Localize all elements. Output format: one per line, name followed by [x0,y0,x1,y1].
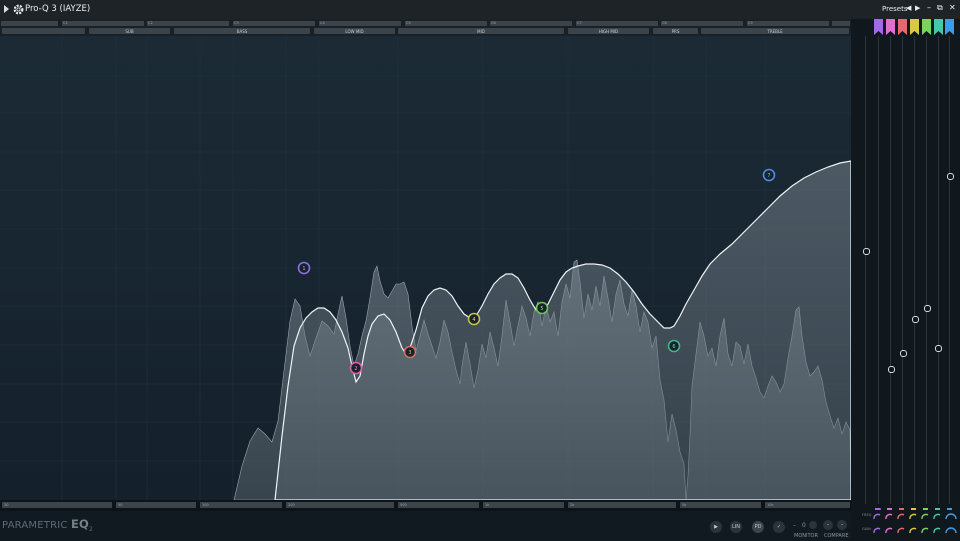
fader-track [926,36,927,504]
freq-tick-label: 500 [400,502,407,507]
fader-track [902,36,903,504]
eq-curve [274,160,851,500]
freq-tick-label: 5k [682,502,687,507]
band-label-bass[interactable]: BASS [174,29,310,34]
band-knobs[interactable] [872,506,960,541]
compare-a-icon[interactable]: – [823,520,833,530]
band-label-treble[interactable]: TREBLE [701,29,849,34]
eq-node-label: 6 [672,344,675,350]
title-bar: Pro-Q 3 (IAYZE) Presets ◀ ▶ – ⧉ ✕ [0,0,960,20]
eq-node-4[interactable]: 4 [467,312,481,326]
fader-handle-6[interactable] [947,173,954,180]
restore-icon[interactable]: ⧉ [937,3,943,13]
gear-icon[interactable] [12,3,25,16]
brand-logo: PARAMETRIC EQ2 [2,517,93,533]
band-label-sub[interactable]: SUB [89,29,170,34]
minimize-icon[interactable]: – [927,3,931,12]
band-strip-panel [851,19,960,541]
pd-button[interactable]: PD [752,521,764,533]
preset-prev-icon[interactable]: ◀ [906,4,911,12]
ruler-top-label: C5 [406,21,411,25]
brand-num: 2 [89,526,94,533]
band-label-mid[interactable]: MID [398,29,564,34]
brand-prefix: PARAMETRIC [2,520,68,531]
eq-node-label: 2 [354,366,357,372]
fader-track [865,36,866,504]
band-flag-4[interactable] [910,19,919,35]
band-label-high-mid[interactable]: HIGH MID [568,29,649,34]
fader-track [890,36,891,504]
eq-node-6[interactable]: 6 [667,339,681,353]
fader-handle-5[interactable] [935,345,942,352]
band-flag-7[interactable] [945,19,954,35]
check-icon[interactable]: ✓ [773,521,785,533]
preset-next-icon[interactable]: ▶ [915,4,920,12]
close-icon[interactable]: ✕ [949,3,956,12]
eq-node-3[interactable]: 3 [403,345,417,359]
freq-tick-label: 1k [485,502,490,507]
play-icon[interactable]: ▶ [710,521,722,533]
fader-track [949,36,950,504]
presets-button[interactable]: Presets [882,5,907,13]
band-flag-2[interactable] [886,19,895,35]
collapse-arrow-icon[interactable] [4,5,9,13]
eq-node-label: 5 [540,306,543,312]
ruler-top-label: C2 [148,21,153,25]
freq-tick-label: 20 [4,502,9,507]
compare-label[interactable]: COMPARE [824,533,849,539]
fader-handle-3[interactable] [912,316,919,323]
eq-graph[interactable]: 1 2 3 4 5 6 7 [0,36,851,500]
ruler-top-label: C6 [491,21,496,25]
ruler-top-label: C8 [662,21,667,25]
gain-label: GAIN [862,527,871,531]
ruler-top-label: C4 [320,21,325,25]
fader-handle-1[interactable] [888,366,895,373]
eq-node-label: 4 [472,317,475,323]
band-flag-5[interactable] [922,19,931,35]
brand-main: EQ [70,517,89,531]
fader-track [914,36,915,504]
freq-tick-label: 50 [118,502,123,507]
ruler-top-label: C3 [234,21,239,25]
fader-handle-2[interactable] [900,350,907,357]
band-flag-6[interactable] [934,19,943,35]
band-flag-3[interactable] [898,19,907,35]
monitor-minus-icon[interactable]: – [793,522,796,529]
ruler-top-label: C7 [577,21,582,25]
ruler-top-label: C9 [748,21,753,25]
monitor-value[interactable]: 0 [802,522,806,529]
fader-handle-4[interactable] [924,305,931,312]
lin-button[interactable]: LIN [730,521,742,533]
eq-node-label: 7 [767,173,770,179]
eq-node-2[interactable]: 2 [349,361,363,375]
ruler-top-label: C1 [63,21,68,25]
eq-node-1[interactable]: 1 [297,261,311,275]
window-title: Pro-Q 3 (IAYZE) [25,4,91,14]
compare-b-icon[interactable]: – [837,520,847,530]
eq-display[interactable]: 1 2 3 4 5 6 7 [0,36,851,500]
eq-node-label: 3 [408,350,411,356]
freq-tick-label: 2k [570,502,575,507]
fader-track [878,36,879,504]
eq-node-7[interactable]: 7 [762,168,776,182]
fader-track [938,36,939,504]
fader-handle-output[interactable] [863,248,870,255]
eq-node-5[interactable]: 5 [535,301,549,315]
freq-label: FREQ [862,513,872,517]
monitor-label[interactable]: MONITOR [794,533,818,539]
freq-tick-label: 200 [288,502,295,507]
eq-node-label: 1 [302,266,305,272]
band-label-presence[interactable]: PRS [653,29,698,34]
monitor-knob-icon[interactable] [809,521,817,529]
freq-tick-label: 100 [202,502,209,507]
freq-tick-label: 10k [767,502,774,507]
band-flag-1[interactable] [874,19,883,35]
band-label-low-mid[interactable]: LOW MID [314,29,395,34]
